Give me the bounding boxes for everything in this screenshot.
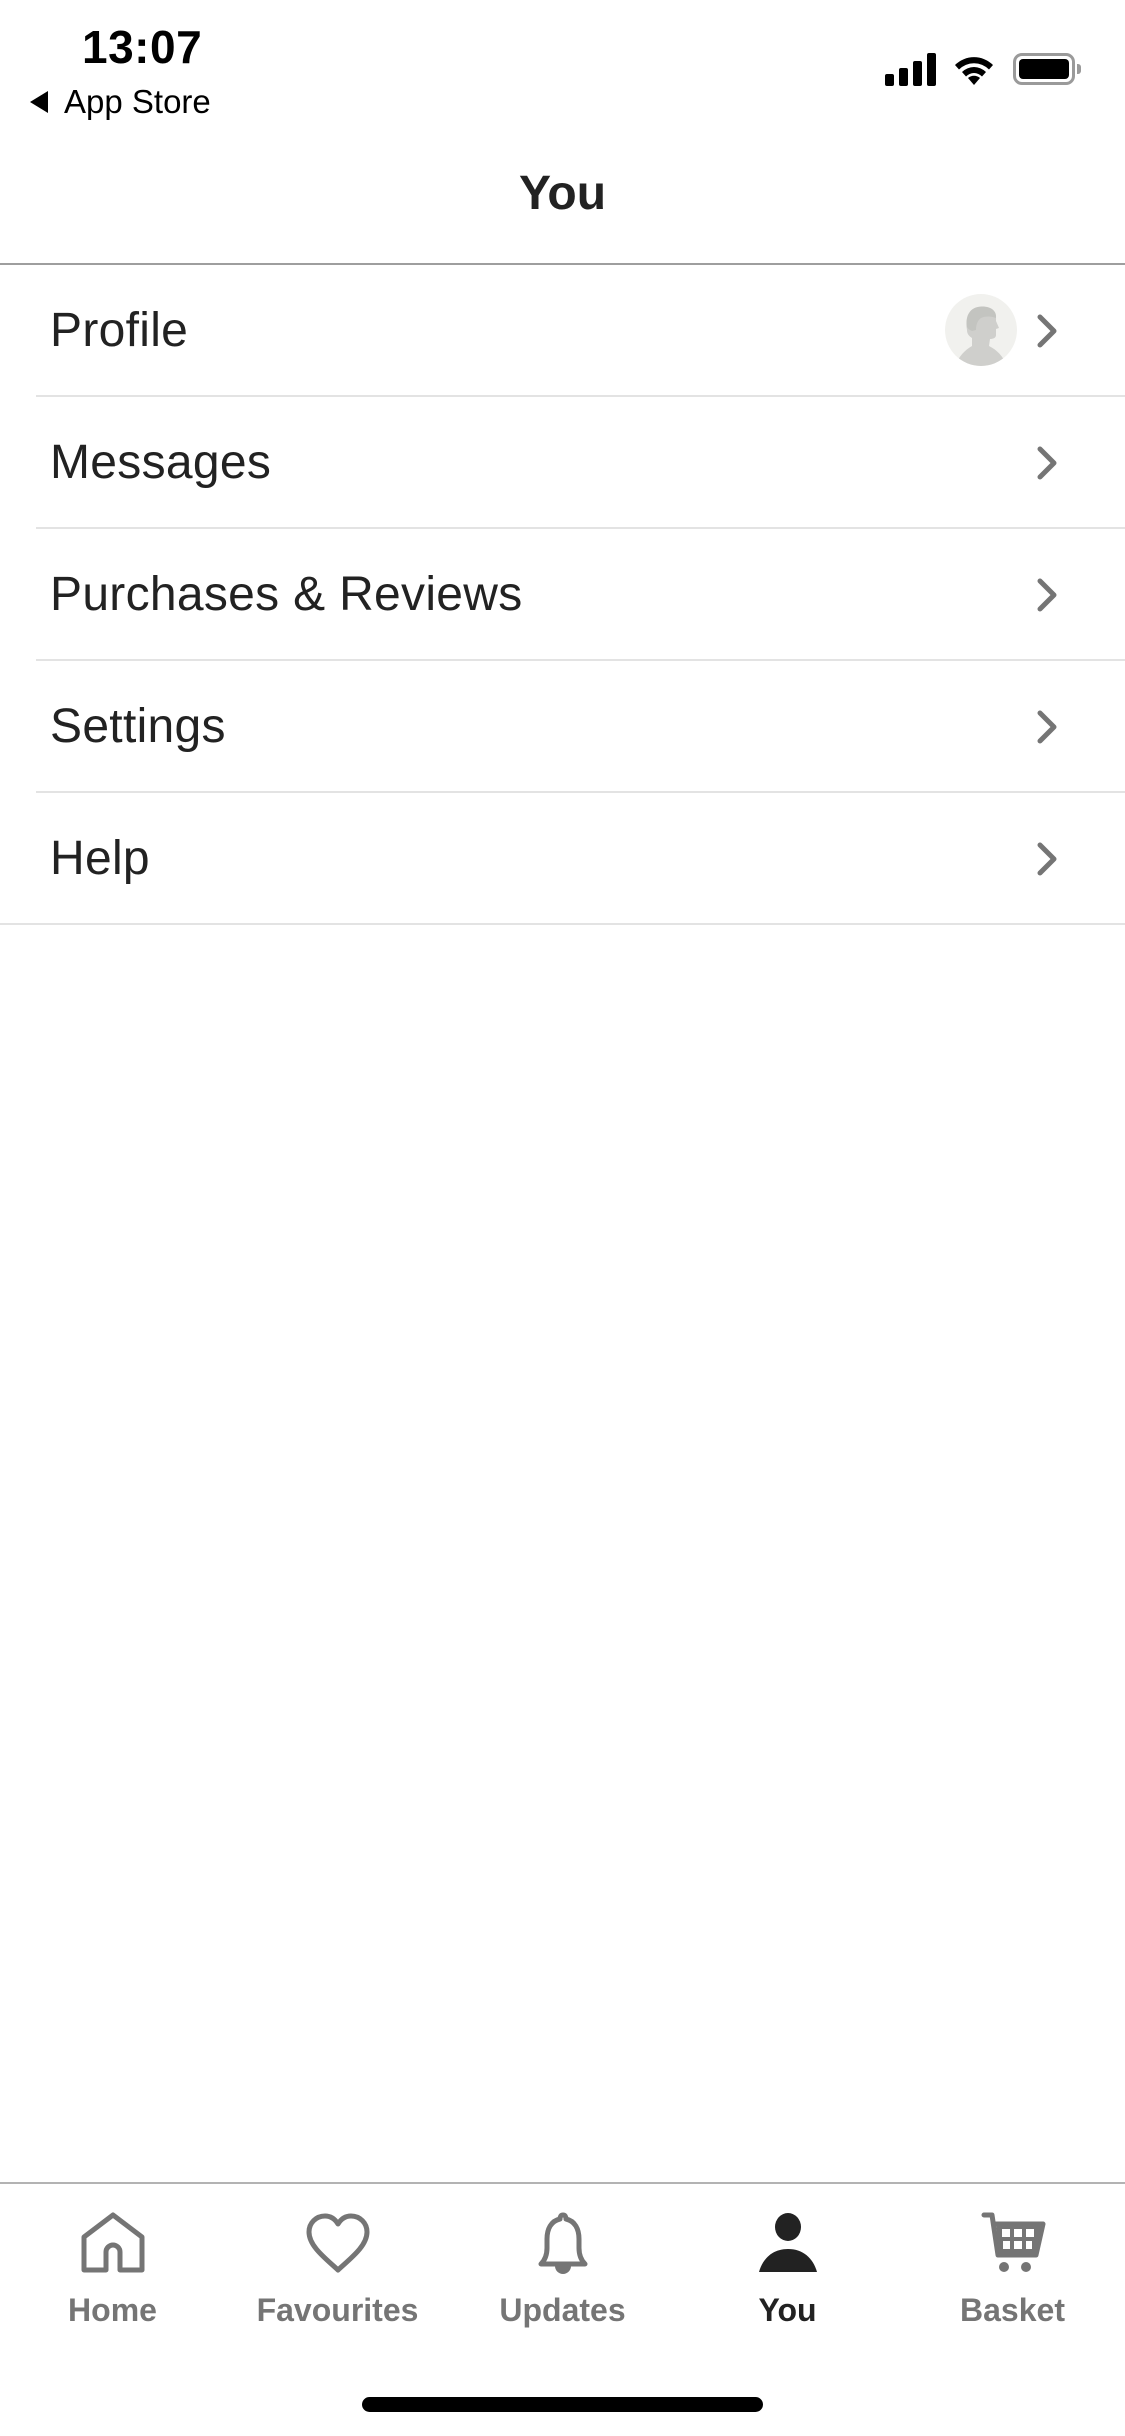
wifi-icon — [955, 57, 993, 85]
cellular-signal-icon — [885, 52, 936, 86]
menu-item-label: Messages — [50, 436, 272, 489]
back-to-app-store[interactable]: App Store — [30, 82, 211, 122]
avatar-placeholder-icon — [955, 306, 1007, 366]
status-icons — [885, 50, 1081, 88]
chevron-right-icon — [1037, 314, 1057, 348]
page-title: You — [518, 167, 607, 220]
menu-item-profile[interactable]: Profile — [0, 265, 1125, 397]
cart-icon — [981, 2212, 1045, 2272]
menu-item-purchases-reviews[interactable]: Purchases & Reviews — [0, 529, 1125, 661]
back-triangle-icon — [30, 91, 48, 113]
chevron-right-icon — [1037, 578, 1057, 612]
chevron-right-icon — [1037, 842, 1057, 876]
menu-item-messages[interactable]: Messages — [0, 397, 1125, 529]
account-menu: Profile Messages Purchases & Reviews Set… — [0, 265, 1125, 925]
tab-you[interactable]: You — [675, 2184, 900, 2364]
home-indicator[interactable] — [362, 2397, 763, 2412]
tab-favourites[interactable]: Favourites — [225, 2184, 450, 2364]
battery-icon — [1013, 53, 1081, 85]
tab-label: Home — [68, 2292, 157, 2328]
tab-basket[interactable]: Basket — [900, 2184, 1125, 2364]
tab-label: Favourites — [256, 2292, 419, 2328]
menu-item-help[interactable]: Help — [0, 793, 1125, 925]
status-time: 13:07 — [82, 21, 203, 73]
row-divider — [0, 923, 1125, 925]
home-icon — [81, 2212, 144, 2273]
tab-label: Basket — [960, 2292, 1065, 2328]
person-icon — [758, 2213, 817, 2272]
menu-item-settings[interactable]: Settings — [0, 661, 1125, 793]
back-app-label: App Store — [64, 83, 211, 120]
menu-item-label: Help — [50, 832, 150, 885]
menu-item-label: Settings — [50, 700, 226, 753]
menu-item-label: Profile — [50, 304, 189, 357]
menu-item-label: Purchases & Reviews — [50, 568, 523, 621]
tab-updates[interactable]: Updates — [450, 2184, 675, 2364]
avatar — [945, 294, 1017, 366]
chevron-right-icon — [1037, 710, 1057, 744]
tab-label: You — [758, 2292, 817, 2328]
chevron-right-icon — [1037, 446, 1057, 480]
heart-icon — [306, 2213, 369, 2273]
bell-icon — [538, 2212, 587, 2274]
tab-label: Updates — [499, 2292, 626, 2328]
tab-home[interactable]: Home — [0, 2184, 225, 2364]
tab-bar: Home Favourites Updates You Basket — [0, 2184, 1125, 2364]
